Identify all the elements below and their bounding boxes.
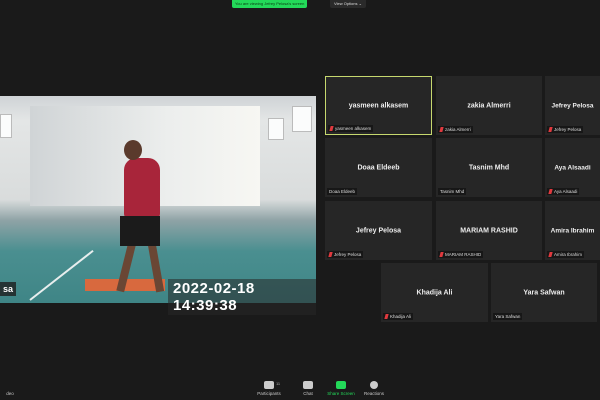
video-label: deo (6, 391, 14, 396)
participant-label: MARIAM RASHID (438, 251, 484, 258)
viewing-banner: You are viewing Jefrey Pelosa's screen (232, 0, 308, 8)
participant-tile[interactable]: Jefrey Pelosa Jefrey Pelosa (325, 201, 432, 260)
participant-name: Jefrey Pelosa (551, 102, 594, 109)
participant-label-text: Jefrey Pelosa (334, 252, 362, 257)
participant-label: Jefrey Pelosa (327, 251, 364, 258)
participant-label-text: Khadija Ali (390, 314, 412, 319)
chat-label: Chat (303, 391, 313, 396)
participant-label: Doaa Eldeeb (327, 188, 358, 195)
participant-label-text: Jefrey Pelosa (554, 127, 582, 132)
participant-label-text: Yara Safwan (495, 314, 521, 319)
participant-name: Aya Alsaadi (554, 164, 591, 171)
participant-name: MARIAM RASHID (460, 227, 518, 234)
window (292, 106, 312, 132)
muted-mic-icon (548, 127, 553, 132)
participants-count: 11 (276, 381, 281, 386)
floor-line (29, 249, 94, 301)
participant-name: Amira Ibrahim (550, 227, 595, 234)
participant-name: yasmeen alkasem (348, 102, 409, 109)
muted-mic-icon (439, 127, 444, 132)
video-name-tag: sa (0, 282, 17, 296)
participants-icon (264, 381, 274, 389)
participant-label: Yara Safwan (493, 313, 523, 320)
participant-label: zakia Almerri (438, 126, 473, 133)
participant-name: zakia Almerri (467, 102, 511, 109)
participant-name: Tasnim Mhd (468, 164, 510, 171)
participant-label-text: Doaa Eldeeb (329, 189, 356, 194)
participants-button[interactable]: Participants (252, 381, 286, 396)
video-timestamp: 2022-02-18 14:39:38 (168, 279, 316, 315)
window (0, 114, 12, 138)
chat-button[interactable]: Chat (291, 381, 325, 396)
participant-label: Jefrey Pelosa (547, 126, 584, 133)
participant-tile[interactable]: Aya Alsaadi Aya Alsaadi (545, 138, 600, 197)
participant-label-text: MARIAM RASHID (445, 252, 482, 257)
participant-name: Jefrey Pelosa (355, 227, 402, 234)
shared-video: 2022-02-18 14:39:38 sa (0, 96, 316, 315)
view-options-button[interactable]: View Options ⌄ (330, 0, 366, 8)
participant-name: Khadija Ali (416, 289, 453, 296)
camera-icon (5, 381, 15, 389)
video-button[interactable]: deo (0, 381, 20, 396)
participant-tile[interactable]: Tasnim Mhd Tasnim Mhd (436, 138, 542, 197)
participant-label-text: Aya Alsaadi (554, 189, 578, 194)
participants-label: Participants (257, 391, 281, 396)
participant-tile[interactable]: Khadija Ali Khadija Ali (381, 263, 488, 322)
muted-mic-icon (329, 126, 334, 131)
participant-tile[interactable]: Jefrey Pelosa Jefrey Pelosa (545, 76, 600, 135)
reactions-icon (370, 381, 378, 389)
participant-name: Yara Safwan (523, 289, 565, 296)
person-head (124, 140, 142, 160)
participant-label: Aya Alsaadi (547, 188, 580, 195)
muted-mic-icon (384, 314, 389, 319)
muted-mic-icon (439, 252, 444, 257)
participant-tile[interactable]: Amira Ibrahim Amira Ibrahim (545, 201, 600, 260)
muted-mic-icon (328, 252, 333, 257)
reactions-button[interactable]: Reactions (357, 381, 391, 396)
participant-label: Tasnim Mhd (438, 188, 467, 195)
participant-tile[interactable]: MARIAM RASHID MARIAM RASHID (436, 201, 542, 260)
share-screen-button[interactable]: Share Screen (324, 381, 358, 396)
person (124, 158, 160, 218)
chat-icon (303, 381, 313, 389)
participant-label-text: yasmeen alkasem (335, 126, 372, 131)
participant-tile[interactable]: zakia Almerri zakia Almerri (436, 76, 542, 135)
muted-mic-icon (548, 252, 553, 257)
window (268, 118, 284, 140)
reactions-label: Reactions (363, 391, 384, 396)
share-screen-icon (336, 381, 346, 389)
person-shorts (120, 216, 160, 246)
share-label: Share Screen (327, 391, 355, 396)
muted-mic-icon (548, 189, 553, 194)
participant-label-text: Amira Ibrahim (554, 252, 583, 257)
participant-label-text: zakia Almerri (445, 127, 471, 132)
participant-tile[interactable]: Yara Safwan Yara Safwan (491, 263, 597, 322)
participant-tile[interactable]: yasmeen alkasem yasmeen alkasem (325, 76, 432, 135)
participant-label: yasmeen alkasem (328, 125, 374, 132)
participant-label-text: Tasnim Mhd (440, 189, 465, 194)
participant-label: Amira Ibrahim (547, 251, 585, 258)
participant-name: Doaa Eldeeb (357, 164, 400, 171)
participant-tile[interactable]: Doaa Eldeeb Doaa Eldeeb (325, 138, 432, 197)
participant-label: Khadija Ali (383, 313, 414, 320)
